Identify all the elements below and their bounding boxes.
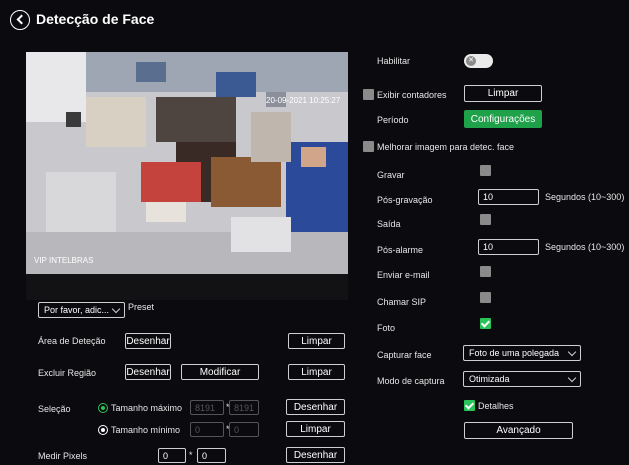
min-height-input[interactable]: 0 bbox=[229, 422, 259, 437]
foto-checkbox[interactable] bbox=[480, 318, 491, 329]
min-width-input[interactable]: 0 bbox=[190, 422, 224, 437]
back-button[interactable] bbox=[10, 10, 30, 30]
video-channel-name: VIP INTELBRAS bbox=[34, 256, 94, 265]
excluir-regiao-draw-button[interactable]: Desenhar bbox=[125, 364, 171, 380]
radio-tamanho-maximo[interactable] bbox=[98, 403, 108, 413]
max-width-input[interactable]: 8191 bbox=[190, 400, 224, 415]
preset-dropdown-value: Por favor, adic... bbox=[44, 305, 110, 315]
medir-pixels-width-input[interactable]: 0 bbox=[158, 448, 186, 463]
periodo-settings-button[interactable]: Configurações bbox=[464, 110, 542, 128]
medir-separator: * bbox=[189, 450, 193, 460]
video-timestamp: 20-09-2021 10:25:27 bbox=[266, 96, 341, 105]
modo-captura-dropdown[interactable]: Otimizada bbox=[463, 371, 581, 387]
chevron-left-icon bbox=[16, 14, 27, 25]
excluir-regiao-modify-button[interactable]: Modificar bbox=[181, 364, 259, 380]
page-title: Detecção de Face bbox=[36, 11, 155, 27]
habilitar-label: Habilitar bbox=[377, 56, 411, 66]
modo-captura-value: Otimizada bbox=[469, 374, 510, 384]
enviar-email-label: Enviar e-mail bbox=[377, 270, 430, 280]
chamar-sip-label: Chamar SIP bbox=[377, 297, 427, 307]
preset-dropdown[interactable]: Por favor, adic... bbox=[38, 302, 125, 318]
pos-gravacao-label: Pós-gravação bbox=[377, 195, 433, 205]
pos-alarme-unit: Segundos (10~300) bbox=[545, 242, 625, 252]
area-deteccao-draw-button[interactable]: Desenhar bbox=[125, 333, 171, 349]
area-deteccao-clear-button[interactable]: Limpar bbox=[288, 333, 345, 349]
chevron-down-icon bbox=[567, 347, 577, 357]
avancado-button[interactable]: Avançado bbox=[464, 422, 573, 439]
detalhes-checkbox[interactable] bbox=[464, 400, 475, 411]
selecao-label: Seleção bbox=[38, 404, 71, 414]
exibir-contadores-clear-button[interactable]: Limpar bbox=[464, 85, 542, 102]
melhorar-imagem-label: Melhorar imagem para detec. face bbox=[377, 142, 515, 152]
camera-feed-image bbox=[26, 52, 348, 274]
foto-label: Foto bbox=[377, 323, 396, 333]
pos-gravacao-unit: Segundos (10~300) bbox=[545, 192, 625, 202]
area-deteccao-label: Área de Deteção bbox=[38, 336, 106, 346]
capturar-face-dropdown[interactable]: Foto de uma polegada bbox=[463, 345, 581, 361]
medir-pixels-draw-button[interactable]: Desenhar bbox=[286, 447, 345, 463]
saida-checkbox[interactable] bbox=[480, 214, 491, 225]
selecao-max-draw-button[interactable]: Desenhar bbox=[286, 399, 345, 415]
selecao-min-clear-button[interactable]: Limpar bbox=[286, 421, 345, 437]
max-height-input[interactable]: 8191 bbox=[229, 400, 259, 415]
medir-pixels-height-input[interactable]: 0 bbox=[197, 448, 226, 463]
pos-alarme-input[interactable]: 10 bbox=[478, 239, 539, 255]
toggle-off-icon: ✕ bbox=[466, 56, 476, 66]
radio-tamanho-minimo[interactable] bbox=[98, 425, 108, 435]
modo-captura-label: Modo de captura bbox=[377, 376, 445, 386]
detalhes-label: Detalhes bbox=[478, 401, 514, 411]
pos-gravacao-input[interactable]: 10 bbox=[478, 189, 539, 205]
capturar-face-label: Capturar face bbox=[377, 350, 432, 360]
gravar-label: Gravar bbox=[377, 170, 405, 180]
periodo-label: Período bbox=[377, 115, 409, 125]
melhorar-imagem-checkbox[interactable] bbox=[363, 141, 374, 152]
pos-alarme-label: Pós-alarme bbox=[377, 245, 424, 255]
chevron-down-icon bbox=[567, 373, 577, 383]
tamanho-minimo-label: Tamanho mínimo bbox=[111, 425, 181, 435]
video-panel[interactable]: 20-09-2021 10:25:27 VIP INTELBRAS bbox=[26, 52, 348, 300]
tamanho-maximo-label: Tamanho máximo bbox=[111, 403, 183, 413]
medir-pixels-label: Medir Pixels bbox=[38, 451, 88, 461]
saida-label: Saída bbox=[377, 219, 401, 229]
enviar-email-checkbox[interactable] bbox=[480, 266, 491, 277]
excluir-regiao-clear-button[interactable]: Limpar bbox=[288, 364, 345, 380]
chevron-down-icon bbox=[111, 304, 121, 314]
gravar-checkbox[interactable] bbox=[480, 165, 491, 176]
excluir-regiao-label: Excluir Região bbox=[38, 368, 97, 378]
preset-label: Preset bbox=[128, 302, 155, 312]
capturar-face-value: Foto de uma polegada bbox=[469, 348, 560, 358]
habilitar-toggle[interactable]: ✕ bbox=[464, 54, 493, 68]
chamar-sip-checkbox[interactable] bbox=[480, 292, 491, 303]
exibir-contadores-label: Exibir contadores bbox=[377, 90, 447, 100]
exibir-contadores-checkbox[interactable] bbox=[363, 89, 374, 100]
